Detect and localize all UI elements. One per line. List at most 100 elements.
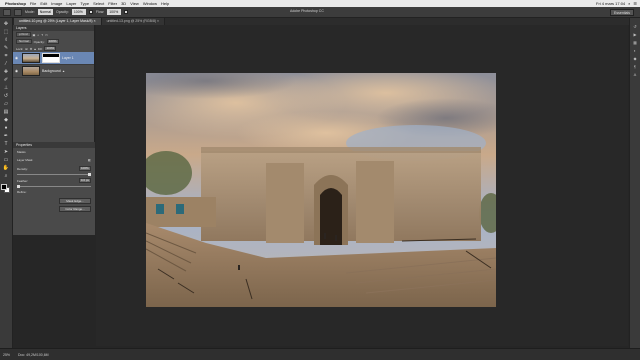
opacity-field[interactable]: 100% bbox=[71, 9, 86, 15]
filter-pixel-icon[interactable]: ▣ bbox=[33, 33, 36, 37]
paragraph-icon[interactable]: ¶ bbox=[632, 64, 638, 69]
tab-properties[interactable]: Properties bbox=[16, 143, 32, 147]
menu-help[interactable]: Help bbox=[161, 1, 169, 6]
layer-opacity-label: Opacity: bbox=[33, 39, 45, 44]
blend-mode-select[interactable]: Normal bbox=[16, 39, 32, 44]
layer-filter-select[interactable]: ρ Kind bbox=[16, 32, 31, 37]
filter-adjust-icon[interactable]: ◐ bbox=[37, 33, 39, 37]
vector-mask-icon[interactable]: ◧ bbox=[88, 158, 91, 162]
swatches-icon[interactable]: ▦ bbox=[632, 40, 638, 45]
lock-position-icon[interactable]: ✥ bbox=[30, 47, 33, 51]
layer-mask-thumbnail[interactable] bbox=[42, 53, 60, 63]
workspace-switcher[interactable]: Essentials bbox=[610, 9, 634, 16]
photo-damascus-gate[interactable] bbox=[146, 73, 496, 307]
foreground-color-swatch[interactable] bbox=[1, 184, 7, 190]
blur-icon[interactable]: ◆ bbox=[2, 117, 10, 124]
layer-name[interactable]: Layer 1 bbox=[62, 56, 74, 60]
properties-panel: Properties Masks Layer Mask ◧ Density: 1… bbox=[13, 142, 95, 235]
marquee-icon[interactable]: ⬚ bbox=[2, 29, 10, 36]
color-swatches bbox=[1, 184, 11, 194]
character-icon[interactable]: A bbox=[632, 72, 638, 77]
flow-field[interactable]: 100% bbox=[107, 9, 122, 15]
zoom-level[interactable]: 25% bbox=[3, 353, 10, 357]
density-slider[interactable] bbox=[17, 173, 91, 176]
quick-select-icon[interactable]: ✎ bbox=[2, 45, 10, 52]
tool-preset-picker[interactable] bbox=[3, 8, 11, 16]
type-icon[interactable]: T bbox=[2, 141, 10, 148]
layer-name[interactable]: Background bbox=[42, 69, 61, 73]
spotlight-icon[interactable]: ⌕ bbox=[628, 1, 630, 6]
history-icon[interactable]: ↺ bbox=[632, 24, 638, 29]
feather-slider[interactable] bbox=[17, 185, 91, 188]
doc-tab-active[interactable]: untitled-10.png @ 25% (Layer 1, Layer Ma… bbox=[14, 18, 102, 25]
actions-icon[interactable]: ▶ bbox=[632, 32, 638, 37]
flow-label: Flow: bbox=[95, 10, 105, 14]
color-range-button[interactable]: Color Range... bbox=[59, 206, 91, 212]
feather-label: Feather: bbox=[17, 178, 29, 183]
brush-icon[interactable]: ✐ bbox=[2, 77, 10, 84]
document-size[interactable]: Doc: 49,2M/100,6M bbox=[18, 353, 49, 357]
window-title: Adobe Photoshop CC bbox=[290, 9, 324, 13]
styles-icon[interactable]: ◆ bbox=[632, 56, 638, 61]
shape-icon[interactable]: ▭ bbox=[2, 157, 10, 164]
feather-field[interactable]: 0.0 px bbox=[78, 178, 91, 183]
menu-image[interactable]: Image bbox=[51, 1, 62, 6]
layer-opacity-field[interactable]: 100% bbox=[46, 39, 59, 44]
path-select-icon[interactable]: ➤ bbox=[2, 149, 10, 156]
layer-thumbnail[interactable] bbox=[22, 53, 40, 63]
menu-type[interactable]: Type bbox=[80, 1, 89, 6]
lock-pixels-icon[interactable]: ⊞ bbox=[25, 47, 28, 51]
mode-select[interactable]: Normal bbox=[37, 9, 54, 15]
document-tab-bar: untitled-10.png @ 25% (Layer 1, Layer Ma… bbox=[14, 18, 634, 25]
layer-row-background[interactable]: ◉ Background 🔒︎ bbox=[13, 65, 94, 78]
pen-icon[interactable]: ✒ bbox=[2, 133, 10, 140]
clock[interactable]: Fri 4 mars 17:04 bbox=[596, 1, 625, 6]
tab-layers[interactable]: Layers bbox=[16, 26, 27, 30]
crop-icon[interactable]: ⌗ bbox=[2, 53, 10, 60]
visibility-eye-icon[interactable]: ◉ bbox=[15, 69, 20, 73]
canvas-area[interactable] bbox=[96, 25, 628, 346]
menu-select[interactable]: Select bbox=[93, 1, 104, 6]
doc-tab[interactable]: untitled-13.png @ 25% (RGB/8) × bbox=[101, 18, 166, 25]
layer-row-layer-1[interactable]: ◉ Layer 1 bbox=[13, 52, 94, 65]
density-label: Density: bbox=[17, 166, 28, 171]
fill-field[interactable]: 100% bbox=[44, 46, 57, 51]
adjustments-icon[interactable]: ◐ bbox=[632, 48, 638, 53]
menu-filter[interactable]: Filter bbox=[108, 1, 117, 6]
app-menu[interactable]: Photoshop bbox=[5, 1, 26, 6]
feather-slider-knob[interactable] bbox=[17, 185, 20, 188]
menu-window[interactable]: Window bbox=[143, 1, 157, 6]
move-icon[interactable]: ✥ bbox=[2, 21, 10, 28]
mask-edge-button[interactable]: Mask Edge... bbox=[59, 198, 91, 204]
document-canvas[interactable] bbox=[146, 73, 496, 307]
notification-icon[interactable]: ☰ bbox=[633, 1, 637, 6]
menu-view[interactable]: View bbox=[130, 1, 139, 6]
menu-file[interactable]: File bbox=[30, 1, 36, 6]
density-field[interactable]: 100% bbox=[79, 166, 91, 171]
history-brush-icon[interactable]: ↺ bbox=[2, 93, 10, 100]
tools-panel: ✥ ⬚ ℓ ✎ ⌗ ⁄ ✚ ✐ ⊥ ↺ ▱ ▤ ◆ ● ✒ T ➤ ▭ ✋ ⌕ bbox=[0, 18, 13, 348]
zoom-icon[interactable]: ⌕ bbox=[2, 173, 10, 180]
eraser-icon[interactable]: ▱ bbox=[2, 101, 10, 108]
healing-icon[interactable]: ✚ bbox=[2, 69, 10, 76]
lock-all-icon[interactable]: 🔒︎ bbox=[34, 47, 36, 51]
gradient-icon[interactable]: ▤ bbox=[2, 109, 10, 116]
visibility-eye-icon[interactable]: ◉ bbox=[15, 56, 20, 60]
eyedropper-icon[interactable]: ⁄ bbox=[2, 61, 10, 68]
lock-icon: 🔒︎ bbox=[62, 69, 65, 73]
airbrush-toggle[interactable] bbox=[124, 10, 129, 14]
brush-preset-picker[interactable] bbox=[14, 8, 22, 16]
stamp-icon[interactable]: ⊥ bbox=[2, 85, 10, 92]
filter-type-icon[interactable]: T bbox=[41, 33, 43, 37]
pressure-opacity-toggle[interactable] bbox=[88, 10, 93, 14]
density-slider-knob[interactable] bbox=[88, 173, 91, 176]
layer-thumbnail[interactable] bbox=[22, 66, 40, 76]
hand-icon[interactable]: ✋ bbox=[2, 165, 10, 172]
filter-shape-icon[interactable]: ▭ bbox=[45, 33, 48, 37]
dodge-icon[interactable]: ● bbox=[2, 125, 10, 132]
lasso-icon[interactable]: ℓ bbox=[2, 37, 10, 44]
menu-layer[interactable]: Layer bbox=[66, 1, 76, 6]
right-panel-dock: ↺ ▶ ▦ ◐ ◆ ¶ A bbox=[629, 18, 640, 348]
menu-3d[interactable]: 3D bbox=[121, 1, 126, 6]
menu-edit[interactable]: Edit bbox=[40, 1, 47, 6]
